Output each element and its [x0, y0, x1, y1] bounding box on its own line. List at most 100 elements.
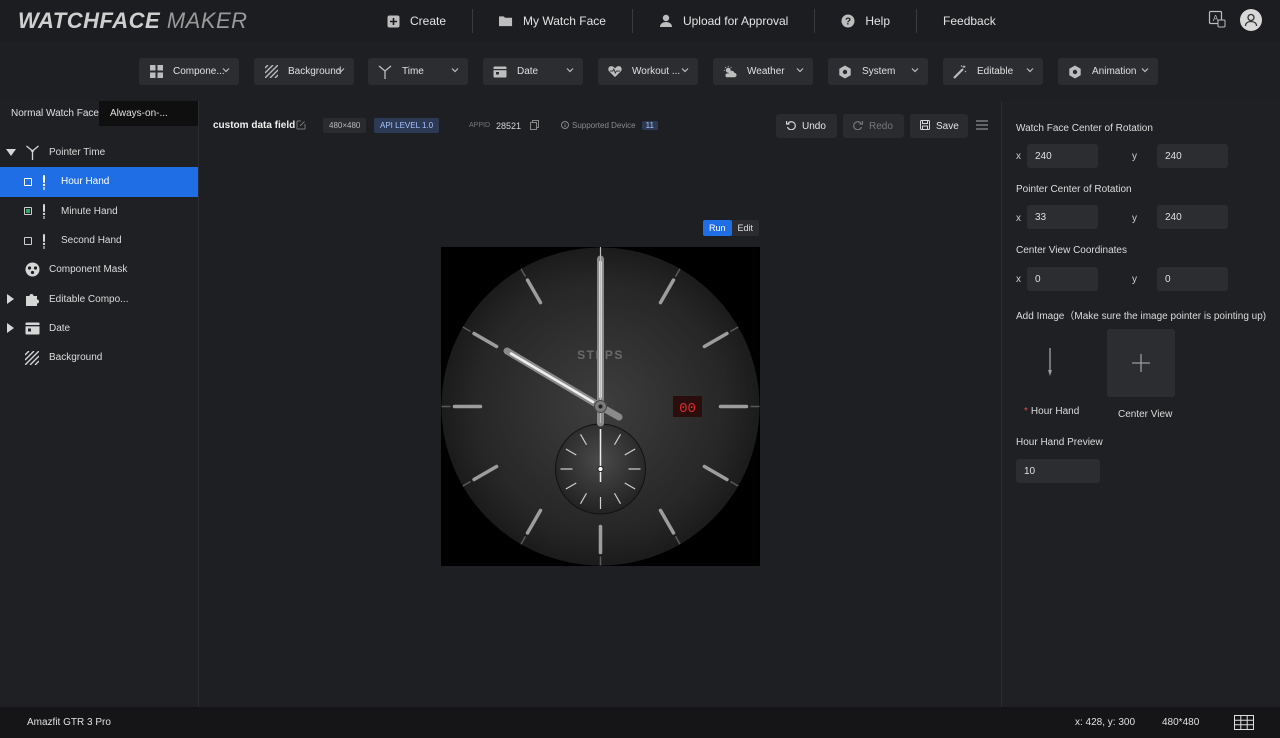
save-icon: [920, 119, 930, 133]
device-name: Amazfit GTR 3 Pro: [27, 717, 111, 728]
hex-icon: [1068, 65, 1082, 79]
puzzle-icon: [24, 291, 40, 307]
weather-icon: [723, 65, 737, 79]
chevron-down-icon: [796, 68, 804, 73]
center-view-x-input[interactable]: 0: [1027, 267, 1098, 291]
folder-icon: [499, 14, 513, 28]
watch-center-y-input[interactable]: 240: [1157, 144, 1228, 168]
nav-upload-for-approval[interactable]: Upload for Approval: [633, 0, 814, 42]
chevron-down-icon: [451, 68, 459, 73]
chevron-down-icon: [1026, 68, 1034, 73]
tree-item-hour-hand[interactable]: Hour Hand: [0, 167, 198, 197]
pointer-time-icon: [24, 145, 40, 161]
redo-button[interactable]: Redo: [843, 114, 904, 138]
user-upload-icon: [659, 14, 673, 28]
canvas-area: custom data field 480×480 API LEVEL 1.0 …: [200, 101, 1001, 707]
toolbar-components[interactable]: Compone...: [139, 58, 239, 85]
tree-item-second-hand[interactable]: Second Hand: [0, 226, 198, 255]
hex-icon: [838, 65, 852, 79]
toolbar-date[interactable]: Date: [483, 58, 583, 85]
tab-normal-watch-face[interactable]: Normal Watch Face: [0, 101, 99, 126]
hatch-icon: [264, 65, 278, 79]
center-view-title: Center View Coordinates: [1016, 245, 1127, 256]
properties-panel: Watch Face Center of Rotation x 240 y 24…: [1001, 101, 1280, 707]
chevron-down-icon: [222, 68, 230, 73]
visibility-checkbox[interactable]: [24, 177, 32, 186]
tree-item-component-mask[interactable]: Component Mask: [0, 255, 198, 284]
nav-create[interactable]: Create: [360, 0, 472, 42]
watch-center-x-input[interactable]: 240: [1027, 144, 1098, 168]
toolbar-weather[interactable]: Weather: [713, 58, 813, 85]
app-logo[interactable]: WATCHFACE MAKER: [18, 8, 248, 34]
status-bar: Amazfit GTR 3 Pro x: 428, y: 300 480*480: [0, 707, 1280, 738]
toolbar-time[interactable]: Time: [368, 58, 468, 85]
supported-device-badge[interactable]: Supported Device 11: [555, 118, 664, 133]
plus-icon: [1132, 354, 1150, 372]
nav-feedback[interactable]: Feedback: [917, 0, 1022, 42]
center-view-upload[interactable]: [1107, 329, 1175, 397]
toolbar-animation[interactable]: Animation: [1058, 58, 1158, 85]
mask-icon: [24, 262, 40, 278]
caret-right-icon[interactable]: [6, 323, 16, 334]
field-name: custom data field: [213, 120, 296, 131]
chevron-down-icon: [1141, 68, 1149, 73]
watch-center-title: Watch Face Center of Rotation: [1016, 123, 1153, 134]
chevron-down-icon: [337, 68, 345, 73]
watch-preview[interactable]: STEPS 00: [441, 247, 760, 566]
tree-item-background[interactable]: Background: [0, 343, 198, 372]
hour-hand-caption: * Hour Hand: [1024, 406, 1080, 417]
copy-icon[interactable]: [530, 119, 540, 132]
digital-readout: 00: [679, 401, 696, 417]
info-icon: [561, 120, 569, 131]
toolbar-workout[interactable]: Workout ...: [598, 58, 698, 85]
nav-my-watch-face[interactable]: My Watch Face: [473, 0, 632, 42]
hand-thumbnail-icon: [1048, 348, 1052, 376]
calendar-icon: [24, 320, 40, 336]
tree-item-minute-hand[interactable]: Minute Hand: [0, 197, 198, 226]
translate-icon[interactable]: A: [1208, 10, 1226, 31]
tree-item-date[interactable]: Date: [0, 314, 198, 343]
canvas-size: 480*480: [1162, 717, 1200, 728]
tab-always-on[interactable]: Always-on-...: [99, 101, 198, 126]
redo-icon: [853, 120, 864, 133]
caret-down-icon[interactable]: [6, 148, 16, 158]
menu-icon[interactable]: [976, 120, 988, 133]
tree-item-editable-components[interactable]: Editable Compo...: [0, 284, 198, 313]
pointer-icon: [378, 65, 392, 79]
help-icon: ?: [841, 14, 855, 28]
caret-right-icon[interactable]: [6, 294, 16, 305]
grid-icon: [149, 65, 163, 79]
center-view-y-input[interactable]: 0: [1157, 267, 1228, 291]
visibility-checkbox[interactable]: [24, 207, 32, 216]
hour-hand-image[interactable]: [1016, 329, 1084, 397]
top-nav: WATCHFACE MAKER Create My Watch Face Upl…: [0, 0, 1280, 42]
tree-item-pointer-time[interactable]: Pointer Time: [0, 138, 198, 167]
center-view-caption: Center View: [1118, 409, 1173, 420]
wand-icon: [953, 64, 967, 79]
save-button[interactable]: Save: [910, 114, 968, 138]
hand-icon: [36, 174, 52, 190]
edit-icon[interactable]: [296, 120, 306, 133]
toolbar-editable[interactable]: Editable: [943, 58, 1043, 85]
hour-hand-preview-input[interactable]: 10: [1016, 459, 1100, 483]
canvas-header: custom data field 480×480 API LEVEL 1.0 …: [200, 101, 1001, 149]
resolution-badge: 480×480: [323, 118, 367, 133]
calendar-icon: [493, 65, 507, 79]
hand-icon: [36, 203, 52, 220]
pointer-center-y-input[interactable]: 240: [1157, 205, 1228, 229]
grid-toggle-icon[interactable]: [1234, 715, 1254, 733]
visibility-checkbox[interactable]: [24, 236, 32, 245]
svg-text:?: ?: [845, 17, 851, 28]
undo-button[interactable]: Undo: [776, 114, 837, 138]
component-toolbar: Compone... Background Time Date Workout …: [0, 42, 1280, 101]
run-button[interactable]: Run: [703, 220, 732, 236]
nav-help[interactable]: ? Help: [815, 0, 916, 42]
user-avatar[interactable]: [1240, 9, 1262, 31]
edit-button[interactable]: Edit: [732, 220, 760, 236]
toolbar-system[interactable]: System: [828, 58, 928, 85]
chevron-down-icon: [566, 68, 574, 73]
pointer-center-x-input[interactable]: 33: [1027, 205, 1098, 229]
toolbar-background[interactable]: Background: [254, 58, 354, 85]
cursor-coords: x: 428, y: 300: [1075, 717, 1136, 728]
watch-face-svg: STEPS 00: [441, 247, 760, 566]
